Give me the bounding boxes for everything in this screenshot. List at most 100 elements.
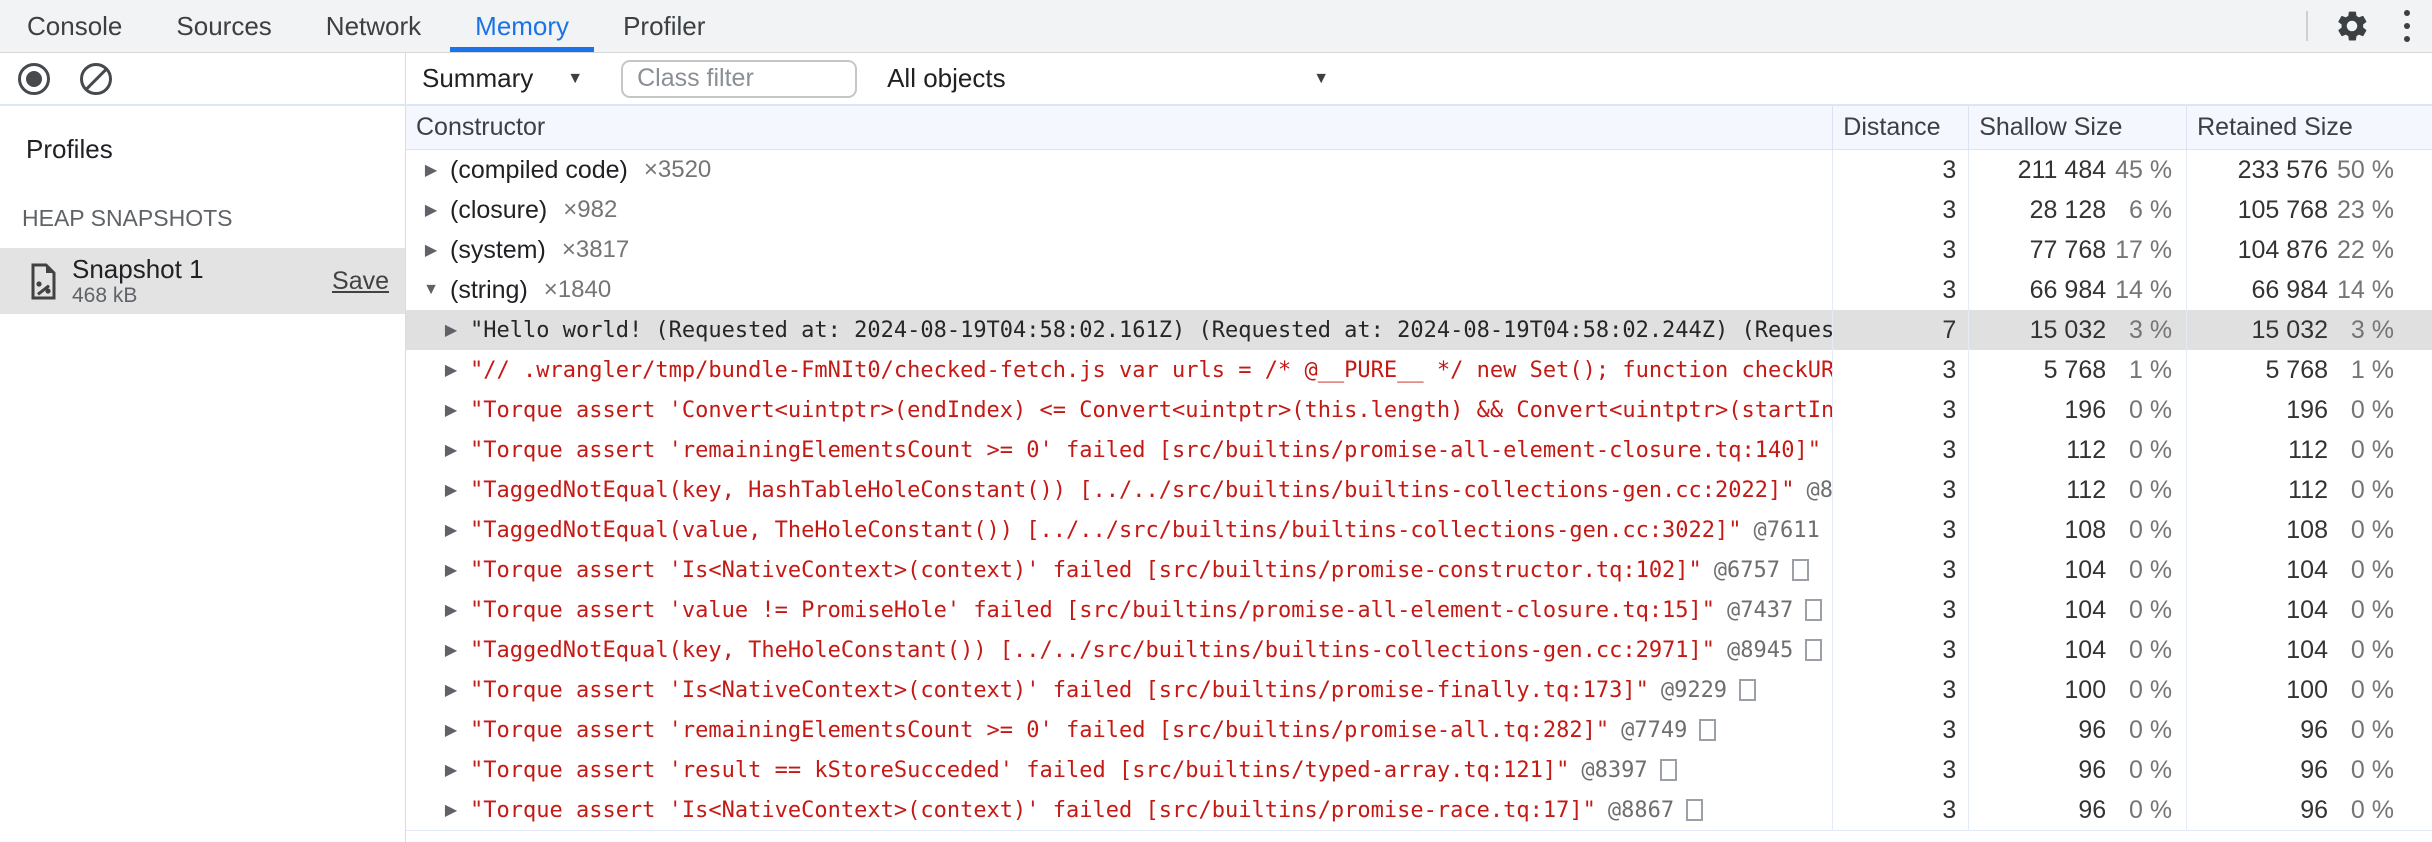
table-row[interactable]: ▶ "TaggedNotEqual(value, TheHoleConstant(… [406, 510, 2432, 550]
string-value: "Torque assert 'Is<NativeContext>(contex… [470, 557, 1702, 583]
object-box-icon [1686, 799, 1704, 821]
distance-cell: 3 [1832, 750, 1968, 790]
heap-snapshot-grid: Constructor Distance Shallow Size Retain… [406, 106, 2432, 842]
string-value: "TaggedNotEqual(key, HashTableHoleConsta… [470, 477, 1795, 503]
object-box-icon [1805, 599, 1823, 621]
table-row[interactable]: ▶ "TaggedNotEqual(key, HashTableHoleConst… [406, 470, 2432, 510]
expand-triangle-icon[interactable]: ▶ [442, 360, 460, 380]
expand-triangle-icon[interactable]: ▶ [422, 200, 440, 220]
expand-triangle-icon[interactable]: ▶ [442, 520, 460, 540]
devtools-tab-bar: Console Sources Network Memory Profiler [0, 0, 2432, 53]
expand-triangle-icon[interactable]: ▶ [442, 680, 460, 700]
distance-cell: 3 [1832, 670, 1968, 710]
constructor-cell: ▶ "// .wrangler/tmp/bundle-FmNIt0/checked… [406, 350, 1832, 390]
table-row[interactable]: ▶ (system) ×3817 3 77 768 17 % 104 876 22 % [406, 230, 2432, 270]
devtools-memory-panel: Console Sources Network Memory Profiler Summ… [0, 0, 2432, 842]
shallow-size-cell: 96 0 % [1968, 710, 2186, 750]
table-row[interactable]: ▶ "Torque assert 'remainingElementsCount … [406, 430, 2432, 470]
instance-count: ×982 [563, 196, 618, 223]
settings-gear-icon[interactable] [2334, 8, 2370, 44]
shallow-size-value: 112 [2066, 435, 2107, 464]
table-row[interactable]: ▶ "TaggedNotEqual(key, TheHoleConstant())… [406, 630, 2432, 670]
retained-size-value: 96 [2300, 755, 2328, 784]
column-header-retained-size[interactable]: Retained Size [2186, 106, 2432, 149]
expand-triangle-icon[interactable]: ▶ [442, 800, 460, 820]
retained-size-value: 96 [2300, 715, 2328, 744]
expand-triangle-icon[interactable]: ▶ [442, 400, 460, 420]
table-row[interactable]: ▶ "Torque assert 'Is<NativeContext>(conte… [406, 790, 2432, 830]
snapshot-texts: Snapshot 1 468 kB [72, 254, 204, 308]
profiles-title: Profiles [26, 134, 113, 164]
expand-triangle-icon[interactable]: ▶ [422, 240, 440, 260]
expand-triangle-icon[interactable]: ▶ [442, 480, 460, 500]
expand-triangle-icon[interactable]: ▶ [442, 760, 460, 780]
retained-size-cell: 104 0 % [2186, 590, 2432, 630]
retained-size-percent: 0 % [2350, 595, 2394, 624]
table-row[interactable]: ▶ "// .wrangler/tmp/bundle-FmNIt0/checked… [406, 350, 2432, 390]
retained-size-value: 105 768 [2237, 195, 2328, 224]
tab-memory[interactable]: Memory [448, 0, 596, 52]
string-value: "Torque assert 'Convert<uintptr>(endInde… [470, 397, 1833, 423]
column-header-distance[interactable]: Distance [1832, 106, 1968, 149]
table-row[interactable]: ▶ "Torque assert 'remainingElementsCount … [406, 710, 2432, 750]
shallow-size-value: 96 [2078, 755, 2107, 784]
table-row[interactable]: ▶ "Torque assert 'value != PromiseHole' f… [406, 590, 2432, 630]
class-filter-input[interactable] [621, 59, 858, 98]
table-row[interactable]: ▶ "Torque assert 'Is<NativeContext>(conte… [406, 670, 2432, 710]
shallow-size-percent: 0 % [2129, 675, 2173, 704]
retained-size-value: 112 [2288, 435, 2328, 464]
retained-size-percent: 0 % [2350, 675, 2394, 704]
expand-triangle-icon[interactable]: ▶ [442, 560, 460, 580]
expand-triangle-icon[interactable]: ▶ [422, 160, 440, 180]
expand-triangle-icon[interactable]: ▶ [442, 320, 460, 340]
save-snapshot-link[interactable]: Save [332, 267, 389, 296]
table-row[interactable]: ▶ "Torque assert 'Is<NativeContext>(conte… [406, 550, 2432, 590]
constructor-cell: ▶ "Torque assert 'remainingElementsCount … [406, 430, 1832, 470]
constructor-cell: ▼ (string) ×1840 [406, 270, 1832, 310]
table-row[interactable]: ▶ "Torque assert 'result == kStoreSuccede… [406, 750, 2432, 790]
expand-triangle-icon[interactable]: ▶ [442, 720, 460, 740]
expand-triangle-icon[interactable]: ▶ [442, 600, 460, 620]
tab-network[interactable]: Network [299, 0, 448, 52]
tab-console[interactable]: Console [0, 0, 149, 52]
shallow-size-value: 104 [2064, 555, 2107, 584]
clear-profiles-icon[interactable] [80, 62, 112, 95]
tab-sources[interactable]: Sources [149, 0, 298, 52]
shallow-size-percent: 0 % [2129, 395, 2173, 424]
perspective-select[interactable]: Summary ▼ [422, 63, 583, 94]
retained-size-cell: 100 0 % [2186, 670, 2432, 710]
objects-scope-select[interactable]: All objects ▼ [887, 63, 1329, 94]
retained-size-value: 5 768 [2265, 355, 2328, 384]
table-row[interactable]: ▶ "Hello world! (Requested at: 2024-08-19… [406, 310, 2432, 350]
expand-triangle-icon[interactable]: ▶ [442, 640, 460, 660]
retained-size-value: 15 032 [2251, 315, 2328, 344]
table-row[interactable]: ▼ (string) ×1840 3 66 984 14 % 66 984 14 % [406, 270, 2432, 310]
chevron-down-icon: ▼ [1313, 69, 1330, 87]
constructor-name: (string) [450, 275, 528, 304]
object-id: @7611 [1753, 517, 1820, 543]
collapse-triangle-icon[interactable]: ▼ [422, 281, 440, 299]
retained-size-cell: 105 768 23 % [2186, 190, 2432, 230]
retained-size-value: 96 [2300, 795, 2328, 824]
shallow-size-value: 66 984 [2029, 275, 2107, 304]
tab-profiler[interactable]: Profiler [596, 0, 732, 52]
column-header-shallow-size[interactable]: Shallow Size [1968, 106, 2186, 149]
shallow-size-percent: 17 % [2115, 235, 2173, 264]
shallow-size-percent: 0 % [2129, 715, 2173, 744]
column-header-constructor[interactable]: Constructor [406, 106, 1832, 149]
object-id: @9229 [1660, 677, 1728, 703]
table-row[interactable]: ▶ (compiled code) ×3520 3 211 484 45 % 233 576… [406, 150, 2432, 190]
object-box-icon [1792, 559, 1810, 581]
retained-size-value: 66 984 [2251, 275, 2328, 304]
retained-size-cell: 112 0 % [2186, 430, 2432, 470]
table-row[interactable]: ▶ (closure) ×982 3 28 128 6 % 105 768 23 % [406, 190, 2432, 230]
shallow-size-value: 100 [2064, 675, 2107, 704]
sidebar-item-snapshot-1[interactable]: Snapshot 1 468 kB Save [0, 248, 405, 314]
expand-triangle-icon[interactable]: ▶ [442, 440, 460, 460]
record-heap-snapshot-icon[interactable] [18, 62, 50, 95]
distance-cell: 3 [1832, 390, 1968, 430]
table-row[interactable]: ▶ "Torque assert 'Convert<uintptr>(endInd… [406, 390, 2432, 430]
shallow-size-cell: 96 0 % [1968, 750, 2186, 790]
more-options-kebab-icon[interactable] [2396, 6, 2418, 46]
objects-scope-value: All objects [887, 63, 1006, 93]
